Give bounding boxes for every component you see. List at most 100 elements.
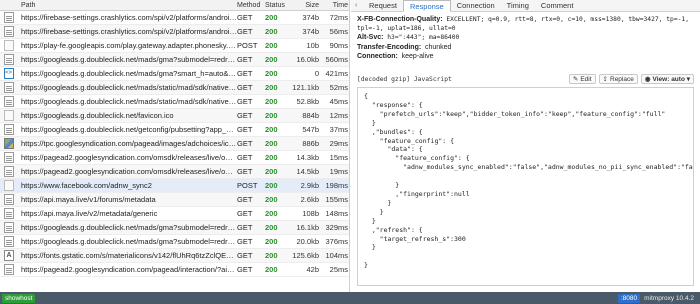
flow-method: GET <box>237 139 253 148</box>
flow-status: 200 <box>265 237 278 246</box>
flow-row[interactable]: https://googleads.g.doubleclick.net/mads… <box>0 221 349 235</box>
flow-detail-pane: ‹ Request Response Connection Timing Com… <box>351 0 700 292</box>
flow-row[interactable]: https://play-fe.googleapis.com/play.gate… <box>0 39 349 53</box>
flow-method: GET <box>237 55 253 64</box>
flow-method: GET <box>237 265 253 274</box>
header-line: Alt-Svc: h3=":443"; ma=86400 <box>357 33 694 42</box>
flow-time: 52ms <box>329 83 348 92</box>
flow-list-header: Path Method Status Size Time <box>0 0 349 11</box>
flow-icon-cell <box>0 95 18 108</box>
flow-method: POST <box>237 41 258 50</box>
flow-path: https://googleads.g.doubleclick.net/favi… <box>21 111 174 120</box>
chevron-left-icon[interactable]: ‹ <box>355 0 361 11</box>
flow-row[interactable]: https://api.maya.live/v1/forums/metadata… <box>0 193 349 207</box>
flow-row[interactable]: https://googleads.g.doubleclick.net/mads… <box>0 81 349 95</box>
flow-row[interactable]: https://tpc.googlesyndication.com/pagead… <box>0 137 349 151</box>
header-value: chunked <box>424 43 452 51</box>
eye-icon: ◉ <box>644 75 651 83</box>
flow-status: 200 <box>265 41 278 50</box>
flow-time: 45ms <box>329 97 348 106</box>
body-toolbar: [decoded gzip] JavaScript ✎ Edit ⇪ Replace… <box>357 73 694 85</box>
js-file-icon <box>4 208 14 219</box>
tab-request[interactable]: Request <box>363 0 403 11</box>
flow-time: 37ms <box>329 125 348 134</box>
view-mode-select[interactable]: ◉ View: auto ▾ <box>640 74 694 84</box>
tab-response[interactable]: Response <box>402 0 451 12</box>
flow-size: 547b <box>302 125 319 134</box>
header-key: Alt-Svc: <box>357 34 384 42</box>
flow-size: 2.6kb <box>300 195 319 204</box>
flow-row[interactable]: https://pagead2.googlesyndication.com/om… <box>0 151 349 165</box>
flow-time: 15ms <box>329 153 348 162</box>
flow-row[interactable]: https://pagead2.googlesyndication.com/pa… <box>0 263 349 277</box>
flow-time: 25ms <box>329 265 348 274</box>
flow-row[interactable]: https://googleads.g.doubleclick.net/mads… <box>0 95 349 109</box>
flow-icon-cell <box>0 137 18 150</box>
flow-time: 12ms <box>329 111 348 120</box>
flow-path: https://pagead2.googlesyndication.com/om… <box>21 153 237 162</box>
header-key: Connection: <box>357 52 398 60</box>
flow-row[interactable]: https://googleads.g.doubleclick.net/mads… <box>0 66 349 81</box>
flow-row[interactable]: https://googleads.g.doubleclick.net/mads… <box>0 235 349 249</box>
size-column-header[interactable]: Size <box>287 0 321 10</box>
flow-status: 200 <box>265 97 278 106</box>
flow-status: 200 <box>265 153 278 162</box>
js-file-icon <box>4 12 14 23</box>
flow-size: 10b <box>306 41 319 50</box>
flow-path: https://tpc.googlesyndication.com/pagead… <box>21 139 237 148</box>
pencil-icon: ✎ <box>572 75 579 83</box>
edit-button[interactable]: ✎ Edit <box>568 74 596 84</box>
flow-method: GET <box>237 125 253 134</box>
flow-method: GET <box>237 167 253 176</box>
tab-timing[interactable]: Timing <box>501 0 535 11</box>
flow-status: 200 <box>265 195 278 204</box>
response-body-viewer[interactable]: { "response": { "prefetch_urls":"keep","… <box>357 87 694 286</box>
tab-comment[interactable]: Comment <box>535 0 580 11</box>
flow-method: GET <box>237 209 253 218</box>
flow-icon-cell <box>0 39 18 52</box>
edit-button-label: Edit <box>580 75 592 83</box>
path-column-header[interactable]: Path <box>18 0 237 10</box>
flow-status: 200 <box>265 209 278 218</box>
view-mode-label: View: auto <box>652 75 685 83</box>
response-body-text: { "response": { "prefetch_urls":"keep","… <box>364 92 694 270</box>
flow-time: 104ms <box>325 251 348 260</box>
flow-row[interactable]: https://firebase-settings.crashlytics.co… <box>0 11 349 25</box>
flow-size: 14.5kb <box>296 167 319 176</box>
flow-row[interactable]: https://googleads.g.doubleclick.net/favi… <box>0 109 349 123</box>
tab-connection[interactable]: Connection <box>451 0 501 11</box>
flow-method: GET <box>237 83 253 92</box>
flow-time: 560ms <box>325 55 348 64</box>
flow-row[interactable]: https://api.maya.live/v2/metadata/generi… <box>0 207 349 221</box>
flow-row[interactable]: https://pagead2.googlesyndication.com/om… <box>0 165 349 179</box>
flow-path: https://fonts.gstatic.com/s/materialicon… <box>21 251 237 260</box>
flow-size: 16.0kb <box>296 55 319 64</box>
flow-row[interactable]: https://googleads.g.doubleclick.net/mads… <box>0 53 349 67</box>
flow-path: https://api.maya.live/v2/metadata/generi… <box>21 209 158 218</box>
js-file-icon <box>4 236 14 247</box>
flow-row[interactable]: https://googleads.g.doubleclick.net/getc… <box>0 123 349 137</box>
flow-method: GET <box>237 237 253 246</box>
flow-path: https://googleads.g.doubleclick.net/mads… <box>21 97 237 106</box>
method-column-header[interactable]: Method <box>237 0 265 10</box>
flow-size: 14.3kb <box>296 153 319 162</box>
flow-icon-cell <box>0 207 18 220</box>
flow-status: 200 <box>265 181 278 190</box>
flow-row[interactable]: https://www.facebook.com/adnw_sync2 POST 2… <box>0 179 349 193</box>
flow-status: 200 <box>265 13 278 22</box>
status-column-header[interactable]: Status <box>265 0 287 10</box>
flow-icon-cell <box>0 53 18 66</box>
flow-method: GET <box>237 111 253 120</box>
flow-path: https://api.maya.live/v1/forums/metadata <box>21 195 156 204</box>
js-file-icon <box>4 152 14 163</box>
flow-row[interactable]: https://firebase-settings.crashlytics.co… <box>0 25 349 39</box>
time-column-header[interactable]: Time <box>321 0 349 10</box>
flow-size: 886b <box>302 139 319 148</box>
flow-row[interactable]: https://fonts.gstatic.com/s/materialicon… <box>0 249 349 263</box>
header-line: X-FB-Connection-Quality: EXCELLENT; q=0.… <box>357 15 694 33</box>
replace-button[interactable]: ⇪ Replace <box>598 74 638 84</box>
showhost-badge: showhost <box>2 293 36 303</box>
header-line: Connection: keep-alive <box>357 52 694 61</box>
chevron-down-icon: ▾ <box>686 75 690 83</box>
flow-path: https://firebase-settings.crashlytics.co… <box>21 27 237 36</box>
